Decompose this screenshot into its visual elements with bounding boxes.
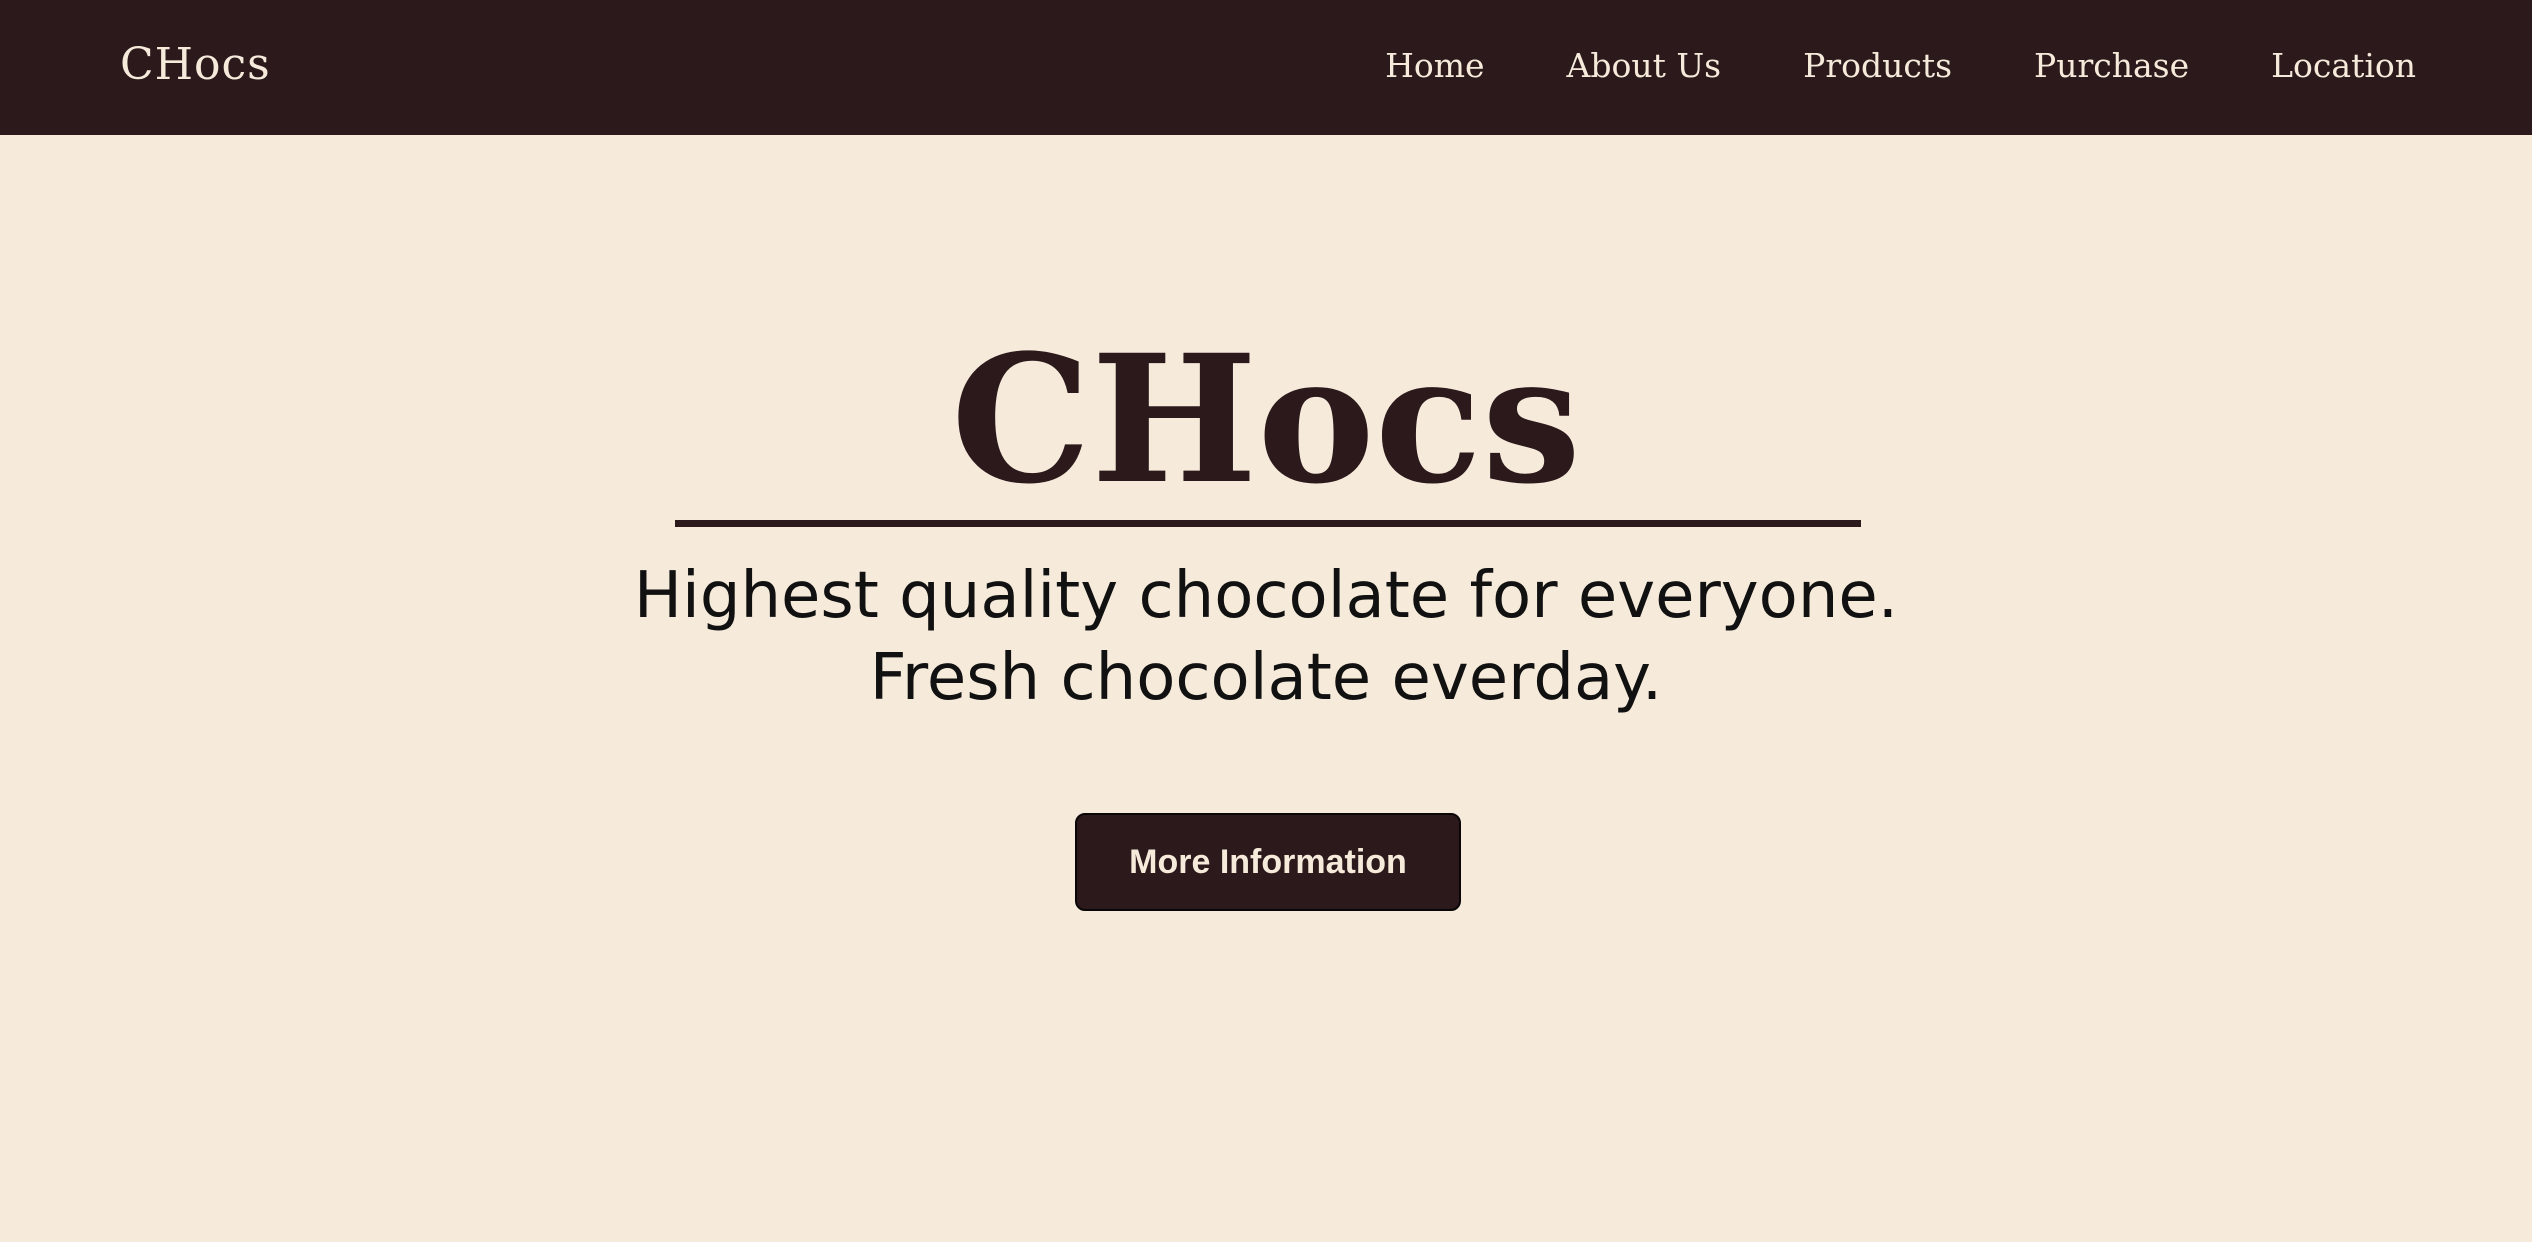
hero-tagline-line-1: Highest quality chocolate for everyone.	[633, 559, 1899, 633]
top-navbar: CHocs Home About Us Products Purchase Lo…	[0, 0, 2532, 135]
hero-section: CHocs Highest quality chocolate for ever…	[0, 135, 2532, 1245]
hero-divider	[675, 520, 1861, 527]
hero-tagline-line-2: Fresh chocolate everday.	[869, 641, 1663, 715]
nav-link-purchase[interactable]: Purchase	[2034, 46, 2189, 85]
nav-link-products[interactable]: Products	[1803, 46, 1952, 85]
more-information-button[interactable]: More Information	[1075, 813, 1461, 911]
hero-title: CHocs	[950, 316, 1581, 523]
main-nav: Home About Us Products Purchase Location	[1385, 0, 2416, 130]
nav-link-about-us[interactable]: About Us	[1567, 46, 1722, 85]
nav-link-home[interactable]: Home	[1385, 46, 1484, 85]
brand-logo-link[interactable]: CHocs	[120, 0, 271, 130]
nav-link-location[interactable]: Location	[2271, 46, 2416, 85]
